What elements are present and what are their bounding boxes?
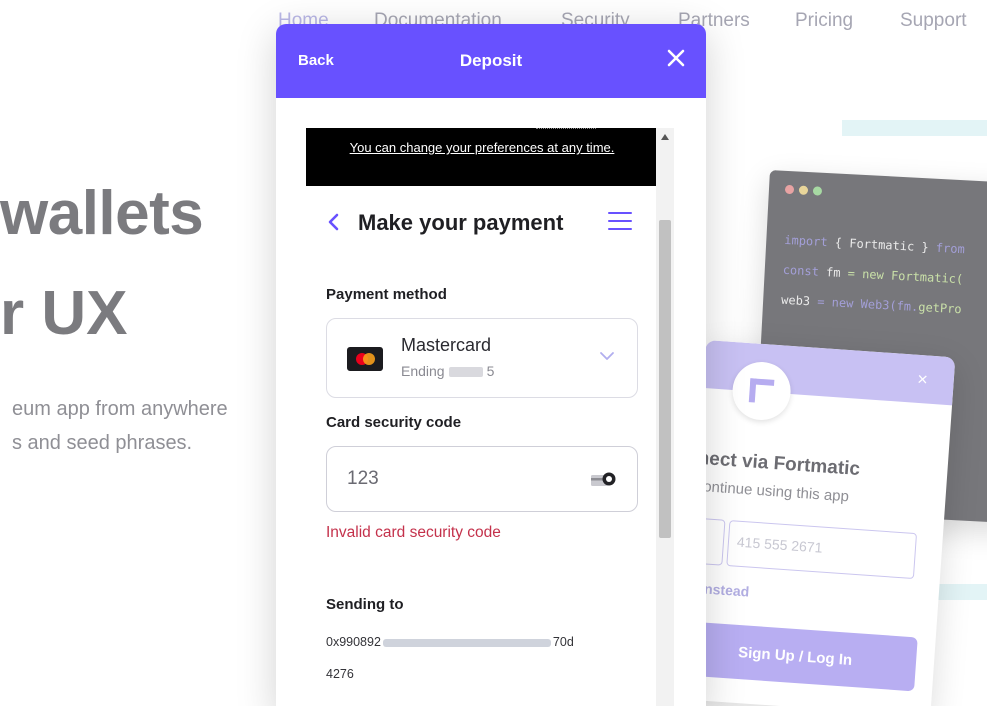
window-dot bbox=[812, 186, 823, 196]
modal-header: Back Deposit bbox=[276, 24, 706, 98]
decor-stripe bbox=[842, 120, 987, 136]
sign-up-button: Sign Up / Log In bbox=[680, 620, 918, 692]
cookie-preferences-link[interactable]: You can change your preferences at any t… bbox=[337, 139, 627, 156]
cookie-divider bbox=[536, 128, 596, 130]
fortmatic-widget-preview: × nect via Fortmatic continue using this… bbox=[680, 340, 956, 706]
scroll-up-icon[interactable] bbox=[661, 134, 669, 140]
cookie-banner: You can change your preferences at any t… bbox=[306, 128, 658, 186]
recipient-address: 0x990892 70d 4276 bbox=[326, 635, 574, 681]
code-line: import { Fortmatic } from bbox=[783, 232, 966, 257]
hero-subtext-line-2: s and seed phrases. bbox=[12, 432, 193, 454]
payment-method-label: Payment method bbox=[326, 286, 447, 303]
nav-support[interactable]: Support bbox=[900, 10, 967, 32]
card-cvc-icon bbox=[591, 472, 616, 486]
close-icon[interactable] bbox=[664, 46, 688, 70]
hero-heading-line-2: r UX bbox=[0, 279, 128, 348]
chevron-left-icon[interactable] bbox=[326, 212, 340, 232]
iframe-scrollbar[interactable] bbox=[656, 128, 674, 706]
cvc-error-message: Invalid card security code bbox=[326, 524, 501, 541]
payment-method-select[interactable]: Mastercard Ending 5 bbox=[326, 318, 638, 398]
payment-title: Make your payment bbox=[358, 210, 564, 235]
scrollbar-thumb[interactable] bbox=[659, 220, 671, 538]
payment-header: Make your payment bbox=[306, 206, 658, 242]
card-security-code-label: Card security code bbox=[326, 414, 462, 431]
chevron-down-icon bbox=[600, 352, 614, 360]
nav-pricing[interactable]: Pricing bbox=[795, 10, 853, 32]
payment-iframe: You can change your preferences at any t… bbox=[306, 128, 674, 706]
modal-title: Deposit bbox=[459, 51, 523, 70]
redacted-address bbox=[382, 638, 551, 647]
mastercard-icon bbox=[347, 347, 383, 371]
phone-field: 415 555 2671 bbox=[726, 520, 918, 580]
card-ending: Ending 5 bbox=[401, 363, 495, 379]
hero-heading-line-1: wallets bbox=[0, 179, 204, 248]
phone-placeholder: 415 555 2671 bbox=[736, 533, 823, 556]
window-dots bbox=[784, 184, 823, 196]
close-icon: × bbox=[916, 368, 929, 390]
widget-subtitle: continue using this app bbox=[695, 477, 850, 506]
hero-subtext-line-1: eum app from anywhere bbox=[12, 398, 228, 420]
widget-title: nect via Fortmatic bbox=[697, 447, 861, 481]
menu-icon[interactable] bbox=[608, 212, 632, 232]
code-line: web3 = new Web3(fm.getPro bbox=[780, 292, 962, 317]
deposit-modal: Back Deposit You can change your prefere… bbox=[276, 24, 706, 706]
sending-to-label: Sending to bbox=[326, 596, 404, 613]
card-brand: Mastercard bbox=[401, 335, 492, 355]
code-line: const fm = new Fortmatic( bbox=[782, 262, 964, 287]
fortmatic-logo-icon bbox=[748, 378, 775, 404]
window-dot bbox=[798, 185, 809, 196]
window-dot bbox=[784, 184, 795, 195]
redacted-digits bbox=[448, 367, 483, 378]
